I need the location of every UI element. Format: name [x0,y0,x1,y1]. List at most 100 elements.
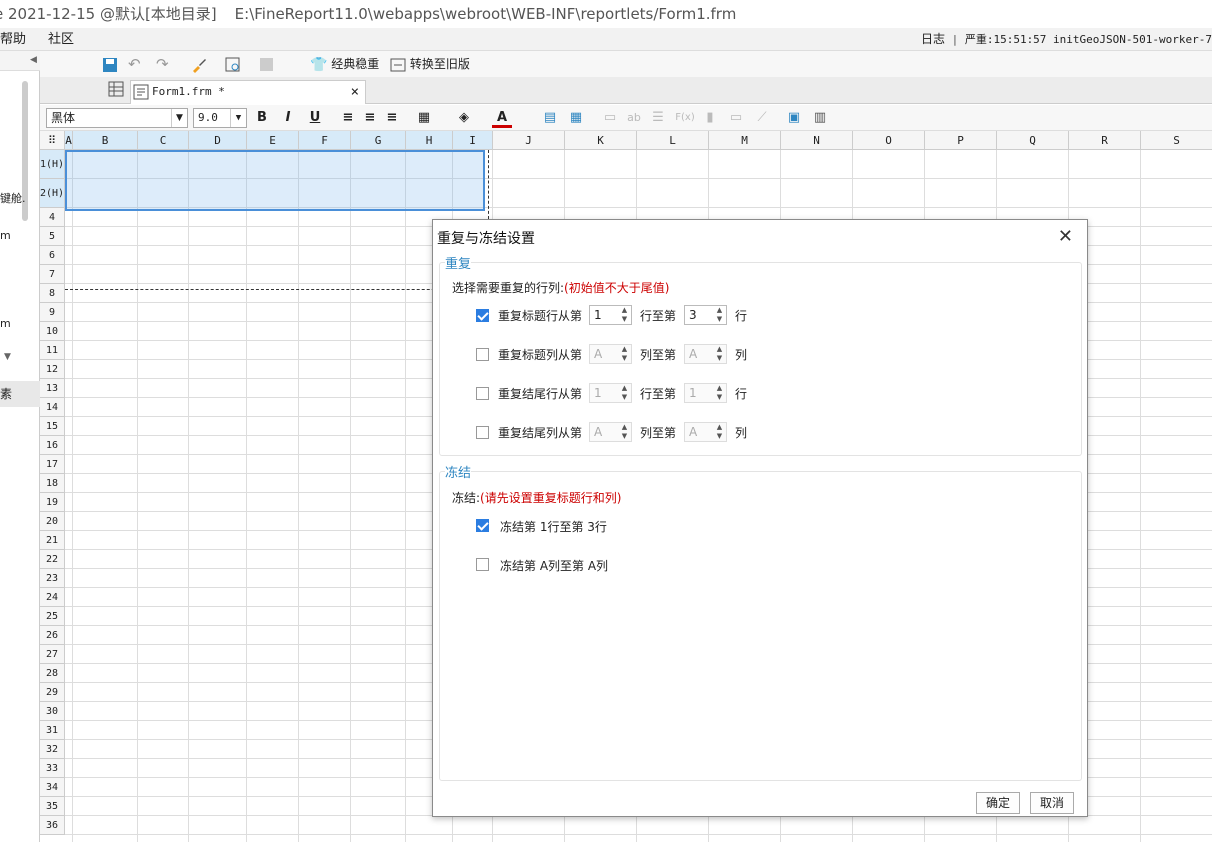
preview-icon[interactable] [224,54,242,74]
repeat-row-checkbox[interactable] [476,426,489,439]
row-header[interactable]: 33 [40,759,65,778]
row-header[interactable]: 18 [40,474,65,493]
menu-community[interactable]: 社区 [48,28,74,50]
slash-icon[interactable]: ⟋ [752,108,772,128]
chart-icon[interactable]: ▮ [700,108,720,128]
convert-old-button[interactable]: 转换至旧版 [390,54,470,74]
repeat-from-stepper[interactable]: 1 ▲ ▼ [589,383,632,403]
column-header-n[interactable]: N [781,131,853,150]
image-icon[interactable]: ▭ [726,108,746,128]
row-header[interactable]: 24 [40,588,65,607]
row-header[interactable]: 4 [40,208,65,227]
grid-icon[interactable] [108,81,124,100]
row-header[interactable]: 32 [40,740,65,759]
column-header-p[interactable]: P [925,131,997,150]
align-right-icon[interactable]: ≡ [382,108,402,128]
menu-help[interactable]: 帮助 [0,28,26,50]
redo-icon[interactable]: ↷ [156,54,169,74]
row-header[interactable]: 29 [40,683,65,702]
row-header[interactable]: 27 [40,645,65,664]
repeat-from-stepper[interactable]: A ▲ ▼ [589,422,632,442]
row-header[interactable]: 21 [40,531,65,550]
list-icon[interactable]: ☰ [648,108,668,128]
stepper-arrows-icon[interactable]: ▲ ▼ [618,345,631,363]
row-header[interactable]: 10 [40,322,65,341]
row-header[interactable]: 7 [40,265,65,284]
freeze-cols-checkbox[interactable] [476,558,489,571]
column-header-k[interactable]: K [565,131,637,150]
stepper-arrows-icon[interactable]: ▲ ▼ [713,423,726,441]
row-header[interactable]: 11 [40,341,65,360]
font-size-select[interactable]: 9.0 ▼ [193,108,247,128]
cancel-button[interactable]: 取消 [1030,792,1074,814]
row-header[interactable]: 8 [40,284,65,303]
repeat-to-stepper[interactable]: A ▲ ▼ [684,422,727,442]
column-header-o[interactable]: O [853,131,925,150]
column-header-s[interactable]: S [1141,131,1212,150]
scroll-down-icon[interactable]: ▼ [4,352,11,362]
row-header[interactable]: 31 [40,721,65,740]
row-header[interactable]: 20 [40,512,65,531]
row-header[interactable]: 16 [40,436,65,455]
font-name-select[interactable]: 黑体 ▼ [46,108,188,128]
repeat-row-checkbox[interactable] [476,387,489,400]
close-icon[interactable]: ✕ [1058,226,1073,247]
row-header[interactable]: 22 [40,550,65,569]
brush-icon[interactable] [190,54,208,74]
column-header-l[interactable]: L [637,131,709,150]
tab-close-icon[interactable]: × [351,81,359,103]
column-header-a[interactable]: A [65,131,73,150]
disabled-tool-icon[interactable] [258,54,276,74]
column-header-e[interactable]: E [247,131,299,150]
save-icon[interactable] [102,54,118,74]
row-header[interactable]: 25 [40,607,65,626]
row-header[interactable]: 26 [40,626,65,645]
font-color-icon[interactable]: A [492,108,512,128]
row-header[interactable]: 14 [40,398,65,417]
row-header[interactable]: 2(H) [40,179,65,208]
row-header[interactable]: 23 [40,569,65,588]
row-header[interactable]: 6 [40,246,65,265]
undo-icon[interactable]: ↶ [128,54,141,74]
document-tab[interactable]: Form1.frm * × [130,80,366,104]
stepper-arrows-icon[interactable]: ▲ ▼ [618,384,631,402]
column-header-r[interactable]: R [1069,131,1141,150]
row-header[interactable]: 36 [40,816,65,835]
row-header[interactable]: 19 [40,493,65,512]
stepper-arrows-icon[interactable]: ▲ ▼ [618,306,631,324]
text-icon[interactable]: ab [624,108,644,128]
column-header-i[interactable]: I [453,131,493,150]
collapse-left-icon[interactable]: ◀ [30,55,37,65]
row-header[interactable]: 9 [40,303,65,322]
layout-icon[interactable]: ▥ [810,108,830,128]
italic-button[interactable]: I [278,108,298,128]
underline-button[interactable]: U [305,108,325,128]
left-section[interactable]: 素 [0,381,40,407]
stepper-arrows-icon[interactable]: ▲ ▼ [713,384,726,402]
merge-icon[interactable]: ▤ [540,108,560,128]
row-header[interactable]: 30 [40,702,65,721]
form-icon[interactable]: ▣ [784,108,804,128]
row-header[interactable]: 13 [40,379,65,398]
repeat-row-checkbox[interactable] [476,309,489,322]
column-header-m[interactable]: M [709,131,781,150]
row-header[interactable]: 15 [40,417,65,436]
log-status[interactable]: 日志 | 严重:15:51:57 initGeoJSON-501-worker-… [921,28,1212,50]
column-header-g[interactable]: G [351,131,406,150]
row-header[interactable]: 17 [40,455,65,474]
stepper-arrows-icon[interactable]: ▲ ▼ [713,345,726,363]
column-header-b[interactable]: B [73,131,138,150]
repeat-from-stepper[interactable]: A ▲ ▼ [589,344,632,364]
row-header[interactable]: 1(H) [40,150,65,179]
select-all-corner[interactable]: ⠿ [40,131,65,150]
freeze-rows-checkbox[interactable] [476,519,489,532]
fill-color-icon[interactable]: ◈ [454,108,474,128]
stepper-arrows-icon[interactable]: ▲ ▼ [618,423,631,441]
repeat-to-stepper[interactable]: 1 ▲ ▼ [684,383,727,403]
repeat-to-stepper[interactable]: 3 ▲ ▼ [684,305,727,325]
row-header[interactable]: 34 [40,778,65,797]
row-header[interactable]: 12 [40,360,65,379]
formula-icon[interactable]: F(x) [672,108,698,128]
column-header-c[interactable]: C [138,131,189,150]
stepper-arrows-icon[interactable]: ▲ ▼ [713,306,726,324]
